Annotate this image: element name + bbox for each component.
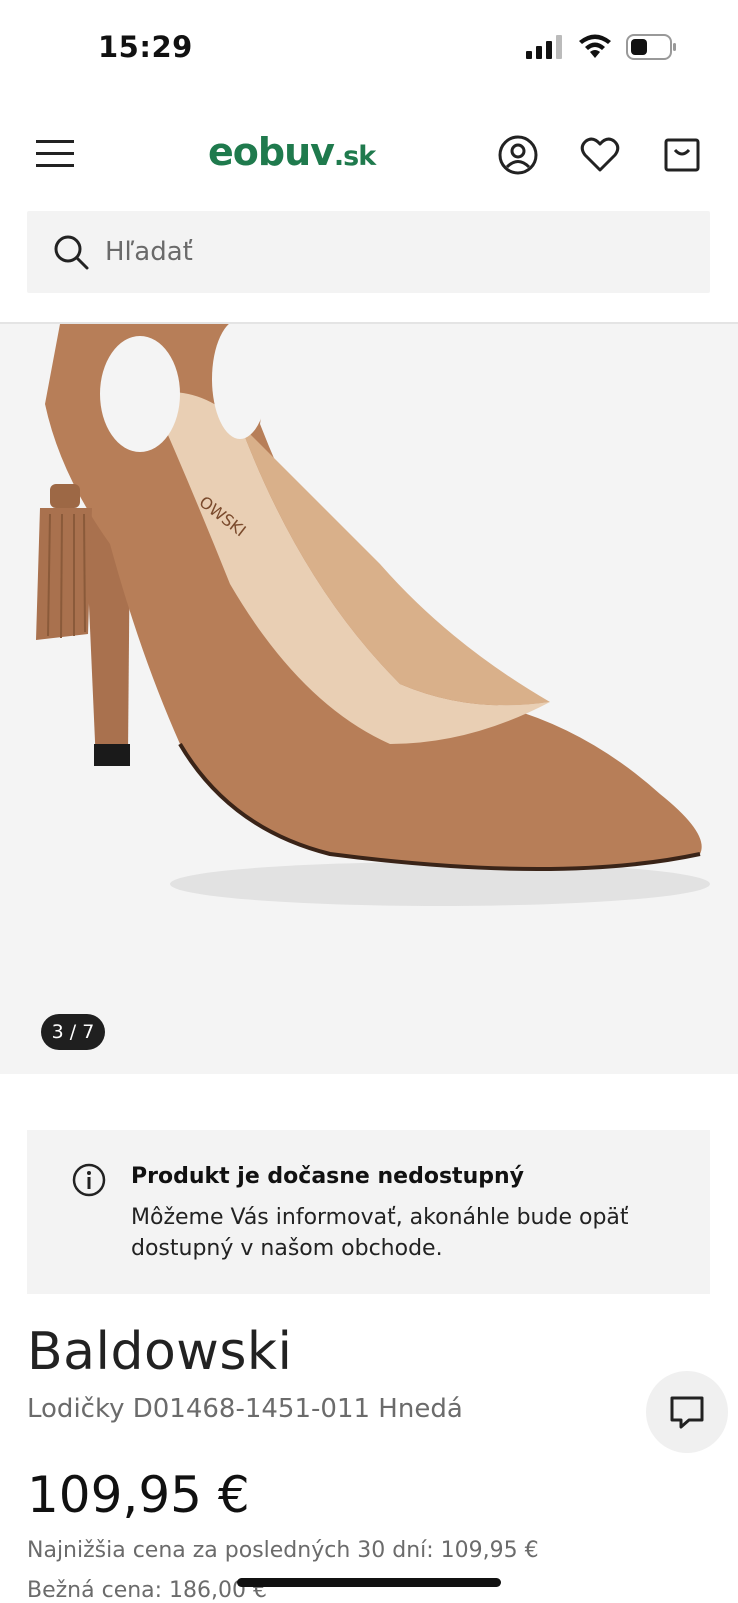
product-brand[interactable]: Baldowski [27,1322,293,1382]
home-indicator[interactable] [237,1578,501,1587]
search-icon [54,235,89,270]
chat-button[interactable] [646,1371,728,1453]
lowest-price-30-days: Najnižšia cena za posledných 30 dní: 109… [27,1538,539,1563]
status-icons [526,34,678,60]
image-counter: 3 / 7 [41,1014,105,1050]
bag-icon[interactable] [661,134,703,176]
status-bar: 15:29 [0,0,738,100]
notice-text: Môžeme Vás informovať, akonáhle bude opä… [131,1205,629,1261]
logo-main: eobuv [208,130,335,174]
notice-title: Produkt je dočasne nedostupný [131,1164,524,1189]
account-icon[interactable] [497,134,539,176]
product-name: Lodičky D01468-1451-011 Hnedá [27,1394,463,1424]
search-bar[interactable] [27,211,710,293]
product-image[interactable]: OWSKI [0,324,738,1074]
menu-icon[interactable] [34,136,76,172]
site-header: eobuv.sk [0,120,738,192]
search-input[interactable] [103,236,667,268]
product-gallery[interactable]: OWSKI 3 / 7 [0,324,738,1074]
battery-icon [626,34,676,60]
info-icon [72,1163,106,1197]
product-price: 109,95 € [27,1466,250,1524]
site-logo[interactable]: eobuv.sk [208,130,376,174]
chat-icon [670,1396,704,1429]
unavailable-notice: Produkt je dočasne nedostupný Môžeme Vás… [27,1130,710,1294]
regular-price: Bežná cena: 186,00 € [27,1578,268,1603]
logo-tld: .sk [333,141,376,172]
wifi-icon [579,34,611,58]
status-time: 15:29 [98,30,193,64]
heart-icon[interactable] [579,134,621,176]
cellular-signal-icon [526,35,562,59]
